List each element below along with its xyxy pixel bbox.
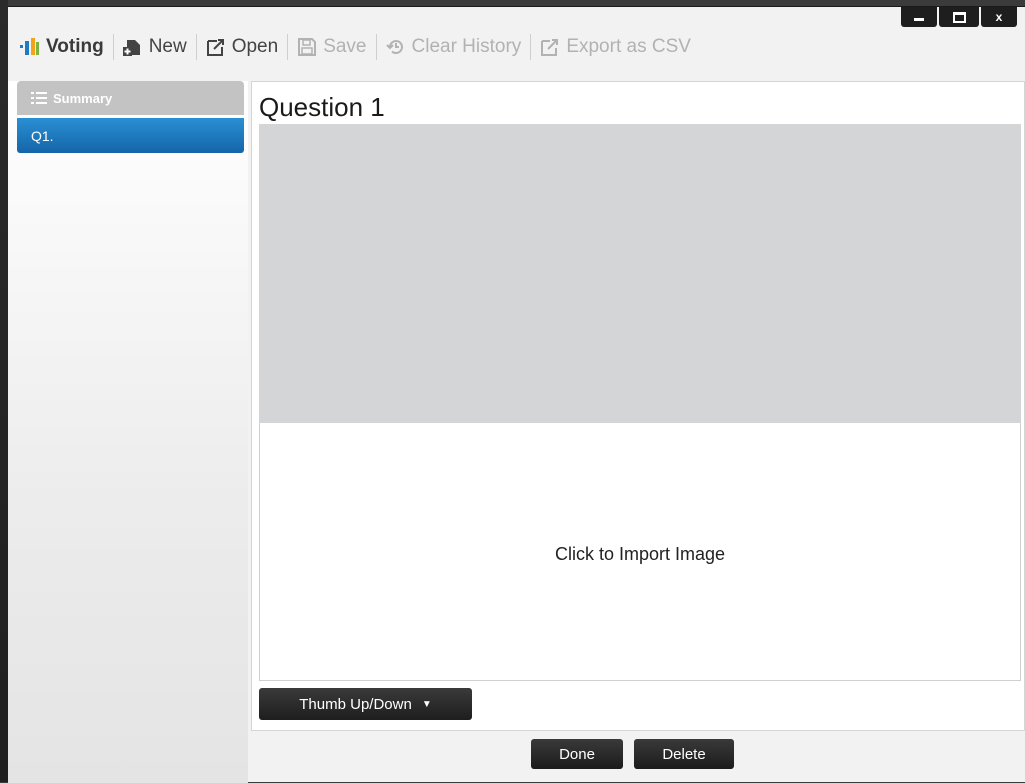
export-csv-button[interactable]: Export as CSV — [531, 33, 700, 61]
new-button[interactable]: New — [114, 33, 196, 61]
close-icon: x — [995, 10, 1003, 24]
question-title[interactable]: Question 1 — [259, 92, 385, 123]
done-button[interactable]: Done — [531, 739, 623, 769]
close-button[interactable]: x — [981, 7, 1017, 27]
new-label: New — [148, 36, 187, 57]
done-label: Done — [559, 745, 595, 763]
minimize-button[interactable] — [901, 7, 937, 27]
dropdown-caret-icon: ▼ — [421, 698, 432, 710]
save-icon — [298, 38, 317, 56]
delete-label: Delete — [662, 745, 706, 763]
sidebar-item-q1[interactable]: Q1. — [17, 118, 244, 153]
question-type-label: Thumb Up/Down — [299, 695, 412, 713]
question-sidebar: Summary Q1. — [8, 81, 248, 783]
app-label: Voting — [46, 36, 104, 57]
list-icon — [31, 92, 47, 104]
export-label: Export as CSV — [566, 36, 691, 57]
save-button[interactable]: Save — [288, 33, 375, 61]
new-document-icon — [122, 40, 140, 56]
history-icon — [385, 40, 403, 55]
maximize-icon — [952, 11, 966, 23]
question-type-dropdown[interactable]: Thumb Up/Down ▼ — [259, 688, 472, 720]
sidebar-item-label: Summary — [53, 90, 113, 106]
sidebar-item-summary[interactable]: Summary — [17, 81, 244, 115]
open-label: Open — [231, 36, 279, 57]
voting-app-icon — [20, 38, 39, 55]
clear-history-button[interactable]: Clear History — [377, 33, 531, 61]
question-editor: Question 1 Click to Import Image Thumb U… — [251, 81, 1025, 731]
minimize-icon — [914, 17, 924, 21]
export-icon — [541, 39, 559, 56]
voting-window: x Voting New Open Save Clear History Exp… — [8, 6, 1025, 783]
desktop-edge — [0, 0, 8, 782]
window-controls: x — [901, 7, 1017, 27]
open-icon — [206, 39, 224, 56]
save-label: Save — [323, 36, 367, 57]
delete-button[interactable]: Delete — [634, 739, 734, 769]
maximize-button[interactable] — [939, 7, 979, 27]
sidebar-item-label: Q1. — [31, 127, 54, 144]
image-placeholder[interactable] — [259, 124, 1021, 423]
import-image-area[interactable]: Click to Import Image — [259, 423, 1021, 681]
import-image-label: Click to Import Image — [554, 544, 726, 564]
toolbar: Voting New Open Save Clear History Expor… — [16, 33, 700, 61]
open-button[interactable]: Open — [197, 33, 287, 61]
app-title: Voting — [16, 33, 113, 61]
clear-history-label: Clear History — [411, 36, 522, 57]
